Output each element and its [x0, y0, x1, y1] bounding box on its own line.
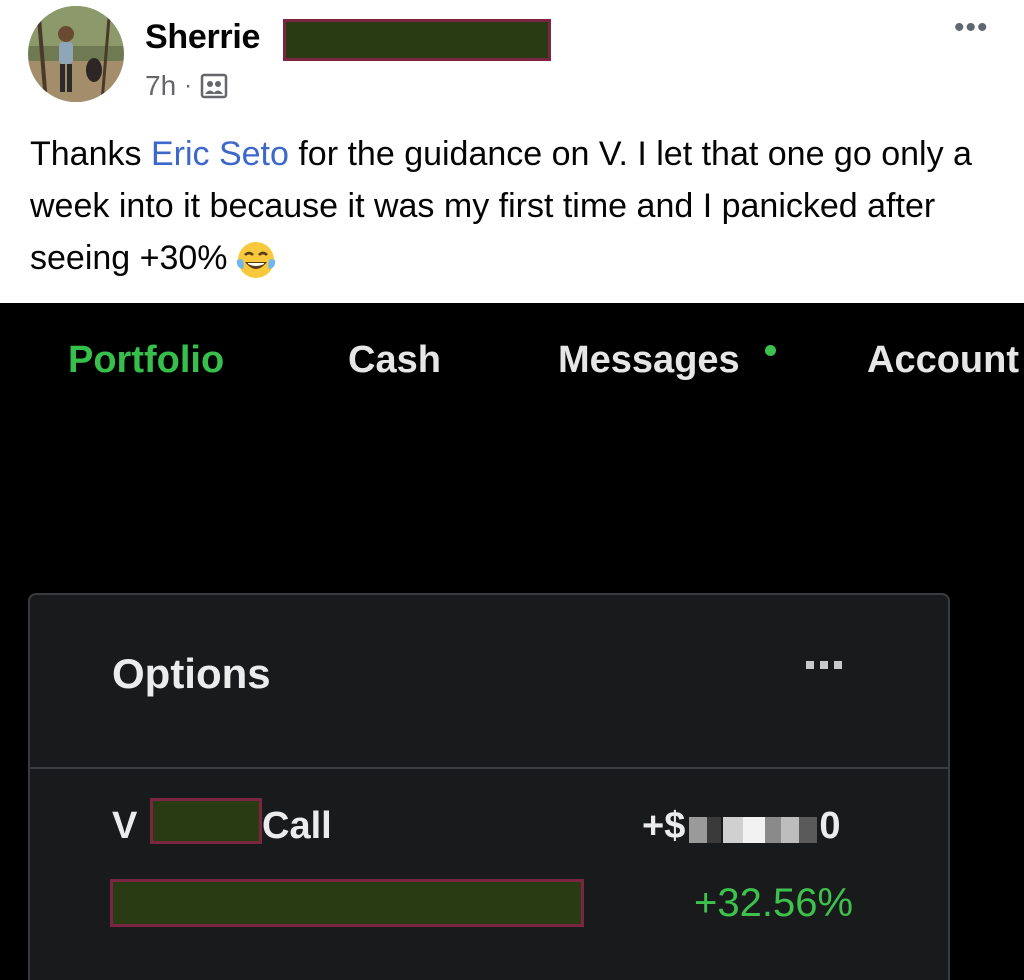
tears-of-joy-emoji [234, 238, 278, 282]
more-dots-icon[interactable] [806, 661, 842, 669]
brokerage-app-screenshot: Portfolio Cash Messages Account Options … [0, 303, 1024, 980]
facebook-post: Sherrie 7h · ••• Thanks Eric Seto for th… [0, 0, 1024, 303]
meta-separator: · [184, 72, 193, 99]
tab-portfolio[interactable]: Portfolio [68, 339, 224, 382]
option-profit-value: +$ 0 [642, 805, 840, 848]
profit-prefix: +$ [642, 805, 686, 847]
author-avatar[interactable] [28, 6, 124, 102]
mention-link[interactable]: Eric Seto [151, 135, 289, 173]
tab-cash[interactable]: Cash [348, 339, 441, 382]
card-divider [30, 767, 948, 769]
redacted-last-name [283, 19, 551, 61]
profit-suffix: 0 [819, 805, 841, 847]
option-profit-percent: +32.56% [694, 881, 854, 925]
tab-account[interactable]: Account [867, 339, 1019, 382]
post-meta: 7h · [145, 70, 228, 102]
option-symbol[interactable]: V [112, 805, 137, 848]
group-privacy-icon [200, 73, 228, 99]
tab-messages[interactable]: Messages [558, 339, 740, 382]
pixelated-digits [689, 812, 819, 843]
options-card: Options V Call +$ 0 +32.56% [28, 593, 950, 980]
app-nav-tabs: Portfolio Cash Messages Account [0, 339, 1024, 389]
post-body: Thanks Eric Seto for the guidance on V. … [30, 128, 990, 284]
option-type: Call [262, 805, 332, 847]
messages-unread-dot [765, 345, 776, 356]
author-name[interactable]: Sherrie [145, 18, 260, 57]
options-card-title: Options [112, 650, 271, 697]
post-time[interactable]: 7h [145, 70, 176, 102]
post-text-start: Thanks [30, 135, 151, 173]
redacted-contract-detail [110, 879, 584, 927]
redacted-expiration [150, 798, 262, 844]
post-more-button[interactable]: ••• [954, 13, 989, 43]
